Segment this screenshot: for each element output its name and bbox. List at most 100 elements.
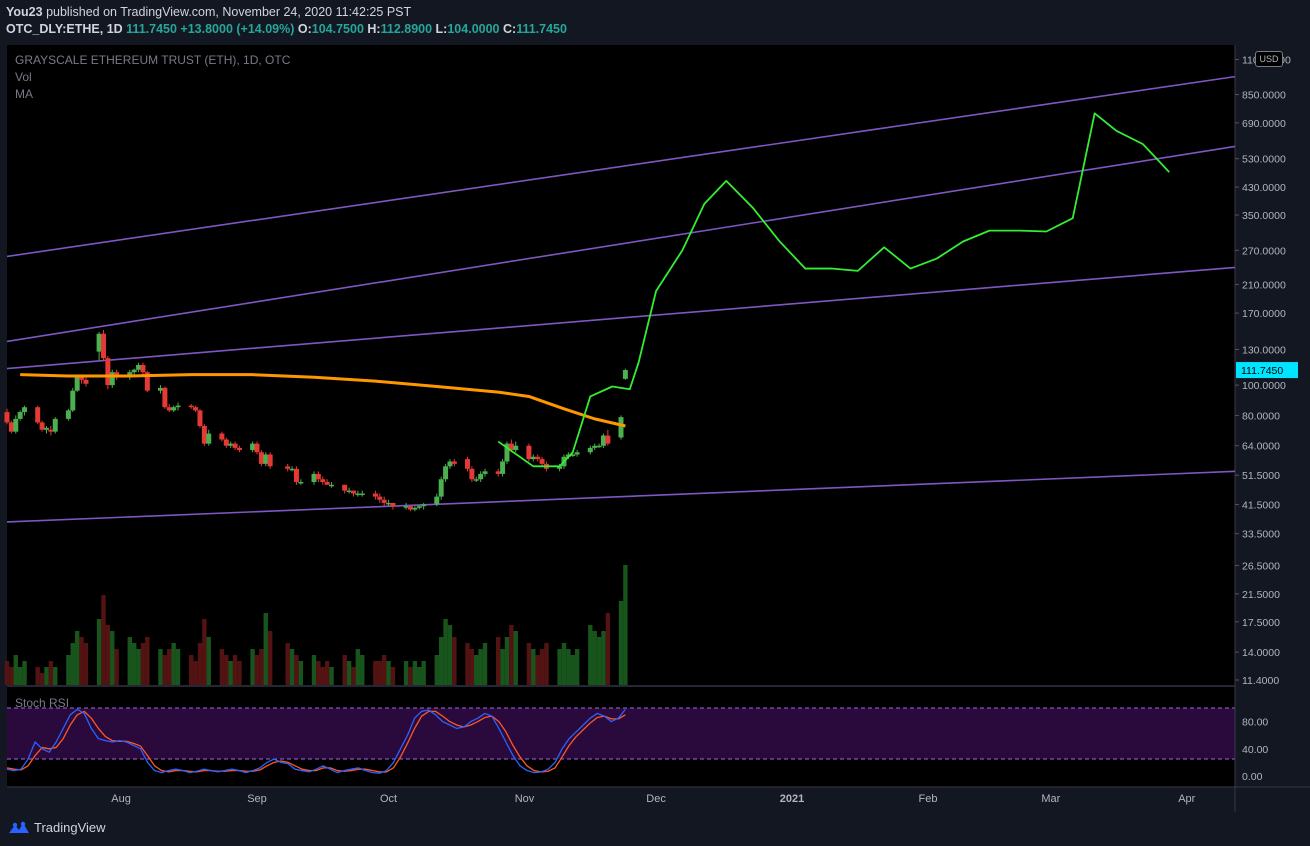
volume-bar [197,643,203,685]
candle-body [324,481,330,485]
candle [438,476,444,500]
brand[interactable]: TradingView [8,820,106,835]
price-tick-label: 26.5000 [1242,560,1280,572]
candle-body [469,468,475,480]
stoch-tick-label: 0.00 [1242,771,1263,783]
price-tick-label: 64.0000 [1242,441,1280,453]
candle [162,386,168,409]
candle [201,424,207,446]
high-label: H: [367,22,381,36]
candle-body [482,471,488,474]
volume-bar [96,619,102,685]
candle-body [447,461,453,467]
candle-body [258,452,264,464]
candle [197,408,203,428]
volume-bar [83,643,89,685]
volume-bar [570,655,575,685]
candle-body [263,454,269,464]
candle [35,405,41,425]
volume-bar [232,655,238,685]
volume-bar [346,661,352,685]
candle-body [140,364,146,373]
volume-bar [206,637,211,685]
candle-body [495,471,501,474]
candle [70,387,76,413]
chart-header: You23 published on TradingView.com, Nove… [0,0,1310,40]
volume-bar [438,637,444,685]
author-name[interactable]: You23 [6,5,43,19]
candle-body [372,493,378,497]
change-value: +13.8000 (+14.09%) [180,22,295,36]
publish-info: published on TradingView.com, November 2… [46,5,412,19]
price-axis[interactable]: 11.4000 14.0000 17.5000 21.5000 26.5000 33.50… [1235,55,1298,687]
volume-bar [74,631,80,685]
volume-bar [526,643,532,685]
price-tick-label: 100.0000 [1242,380,1286,392]
volume-bar [443,619,448,685]
price-chart[interactable]: 11.4000 14.0000 17.5000 21.5000 26.5000 33.50… [0,40,1310,812]
volume-bar [202,619,207,685]
volume-bar [381,655,387,685]
candle-body [236,447,242,451]
candle-body [438,479,444,497]
volume-bar [259,649,264,685]
candle-body [315,473,321,480]
volume-bar [114,649,119,685]
volume-bar [101,595,106,685]
ohlc-line: OTC_DLY:ETHE, 1D 111.7450 +13.8000 (+14.… [6,22,567,36]
candle-body [478,473,484,480]
volume-bar [452,637,457,685]
candle-body [4,412,10,423]
volume-bar [136,649,141,685]
candle-body [131,369,137,373]
volume-bar [500,649,505,685]
candle-body [254,443,260,453]
candle-body [175,405,181,408]
candle-body [473,479,479,481]
candle-body [166,407,172,411]
stoch-axis: 80.00 40.00 0.00 [1242,717,1268,783]
volume-bar [105,625,111,685]
candle-body [223,439,229,446]
candle-body [293,468,299,482]
candle-body [421,504,427,507]
volume-bar [561,643,567,685]
candle-body [22,407,28,413]
volume-bar [175,649,181,685]
candle [618,415,624,440]
candle-body [377,496,383,500]
volume-bar [79,637,84,685]
candle-body [39,422,45,430]
price-tick-label: 690.0000 [1242,118,1286,130]
price-tick-label: 33.5000 [1242,529,1280,541]
candle-body [311,473,317,482]
volume-bar [171,643,176,685]
high-value: 112.8900 [380,22,433,36]
candle-body [618,417,624,438]
volume-bar [298,661,304,685]
candle [600,433,606,448]
price-tick-label: 270.0000 [1242,245,1286,257]
last-price-text: 111.7450 [1241,365,1283,377]
volume-bar [294,655,299,685]
volume-bar [35,667,40,685]
volume-bar [17,667,23,685]
candle-body [8,422,14,432]
volume-bar [618,601,624,685]
candle-body [65,410,71,419]
candle-body [136,364,142,370]
volume-bar [592,631,597,685]
time-tick-label: Oct [380,793,397,805]
candle-body [162,387,168,408]
candle-body [403,506,409,508]
candle-body [500,461,506,474]
volume-bar [250,649,255,685]
volume-bar [465,643,470,685]
price-tick-label: 11.4000 [1242,675,1279,687]
candle-body [228,443,234,446]
currency-badge[interactable]: USD [1255,51,1283,67]
price-tick-label: 350.0000 [1242,210,1286,222]
volume-bar [324,661,330,685]
time-axis[interactable]: Aug Sep Oct Nov Dec 2021 Feb Mar Apr [111,793,1195,805]
candle-body [100,333,106,359]
